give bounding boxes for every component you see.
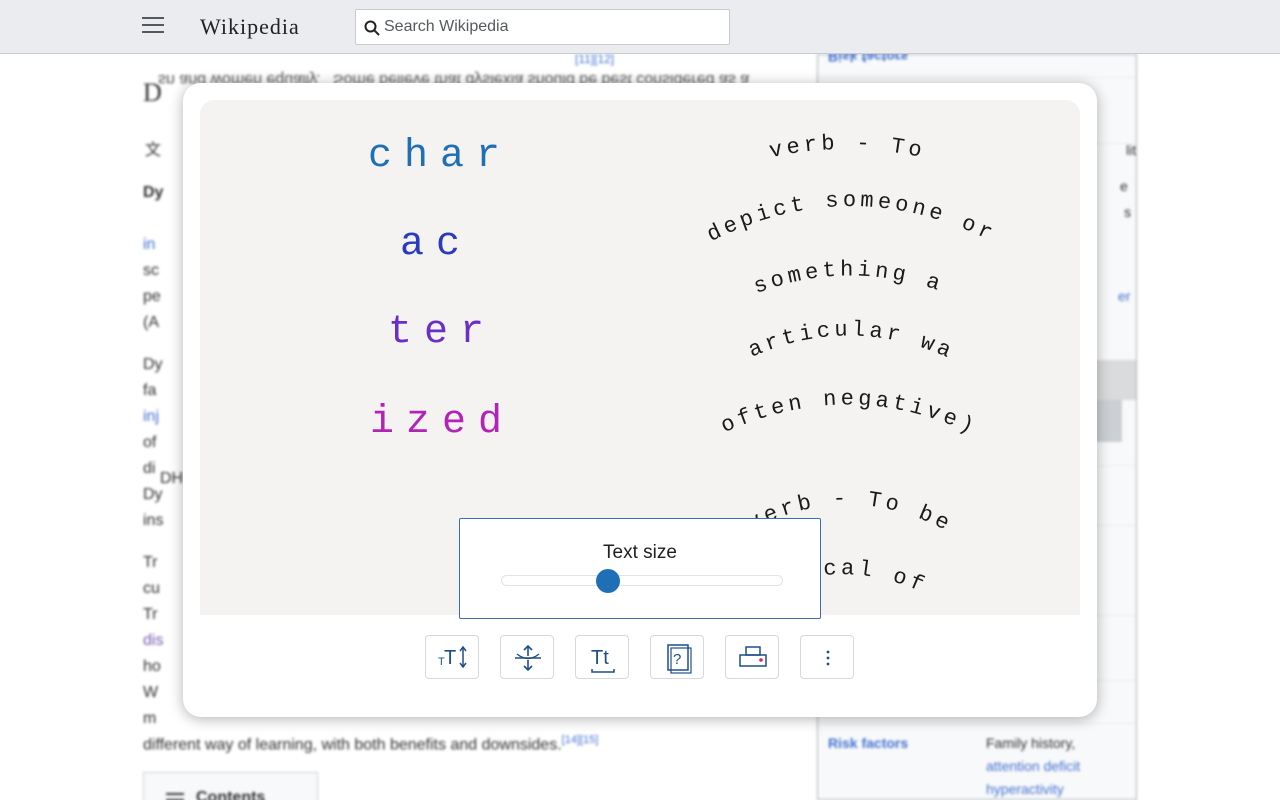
more-options-icon: [826, 650, 830, 666]
line-spacing-icon: [515, 644, 541, 672]
text-size-slider-track[interactable]: [501, 575, 783, 586]
help-book-icon: ?: [667, 644, 692, 674]
print-button[interactable]: [725, 635, 779, 679]
word-reader-dialog: char ac ter ized verb - To depict someon…: [183, 83, 1097, 717]
svg-text:?: ?: [673, 651, 681, 668]
syllable-3: ter: [388, 310, 496, 355]
font-style-button[interactable]: Tt: [575, 635, 629, 679]
syllable-2: ac: [400, 222, 472, 267]
syllable-4: ized: [370, 400, 514, 445]
definition-line-3: something a: [750, 257, 947, 299]
text-size-button[interactable]: T T: [425, 635, 479, 679]
site-header: Wikipedia: [0, 0, 1280, 54]
svg-text:T: T: [444, 647, 456, 669]
hamburger-menu-icon[interactable]: [142, 17, 164, 37]
search-icon: [364, 20, 380, 36]
printer-icon: [739, 646, 767, 667]
search-input[interactable]: [384, 10, 724, 44]
definition-line-1: verb - To: [767, 131, 928, 164]
wikipedia-wordmark[interactable]: Wikipedia: [200, 14, 300, 40]
help-book-button[interactable]: ?: [650, 635, 704, 679]
font-style-icon: Tt: [591, 647, 615, 673]
text-size-label: Text size: [603, 542, 677, 563]
svg-text:Tt: Tt: [591, 647, 609, 669]
text-size-icon: T T: [438, 645, 467, 669]
search-box[interactable]: [355, 9, 730, 45]
text-size-popover: Text size: [459, 518, 821, 619]
syllable-1: char: [368, 134, 512, 179]
line-spacing-button[interactable]: [500, 635, 554, 679]
more-options-button[interactable]: [800, 635, 854, 679]
reader-toolbar: T T Tt ?: [200, 615, 1080, 698]
definition-line-2: depict someone or: [703, 188, 1000, 248]
browser-viewport: Wikipedia sn and women equally. Some bel…: [0, 0, 1280, 800]
text-size-slider-thumb[interactable]: [596, 569, 621, 593]
